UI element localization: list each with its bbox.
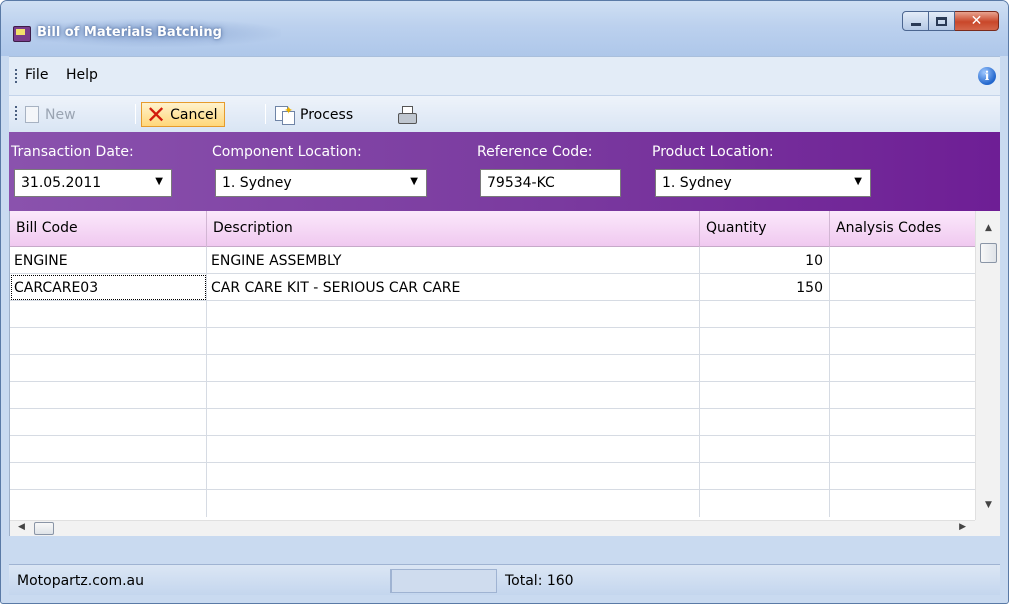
menu-file[interactable]: File bbox=[25, 67, 48, 83]
cell-description[interactable]: ENGINE ASSEMBLY bbox=[207, 247, 700, 274]
cancel-button[interactable]: ✕ Cancel bbox=[141, 102, 225, 127]
table-row[interactable]: CARCARE03 CAR CARE KIT - SERIOUS CAR CAR… bbox=[10, 274, 976, 301]
minimize-icon bbox=[910, 23, 921, 26]
chevron-down-icon[interactable]: ▼ bbox=[155, 176, 163, 187]
menu-grip-handle[interactable] bbox=[15, 69, 17, 83]
vertical-scroll-thumb[interactable] bbox=[980, 243, 997, 263]
chevron-down-icon[interactable]: ▼ bbox=[854, 176, 862, 187]
new-document-icon bbox=[25, 106, 39, 123]
empty-row[interactable] bbox=[10, 382, 976, 409]
component-location-label: Component Location: bbox=[212, 144, 362, 160]
reference-code-value: 79534-KC bbox=[487, 175, 555, 191]
transaction-date-picker[interactable]: 31.05.2011 ▼ bbox=[14, 169, 172, 197]
maximize-button[interactable] bbox=[929, 11, 955, 31]
reference-code-input[interactable]: 79534-KC bbox=[480, 169, 621, 197]
column-header-bill-code[interactable]: Bill Code bbox=[10, 211, 207, 247]
status-total: Total: 160 bbox=[505, 573, 574, 589]
transaction-date-label: Transaction Date: bbox=[11, 144, 134, 160]
reference-code-label: Reference Code: bbox=[477, 144, 593, 160]
product-location-value: 1. Sydney bbox=[662, 175, 732, 191]
minimize-button[interactable] bbox=[902, 11, 929, 31]
cell-quantity[interactable]: 10 bbox=[700, 247, 830, 274]
process-icon: ✦ bbox=[275, 104, 295, 125]
close-button[interactable]: ✕ bbox=[955, 11, 999, 31]
column-header-quantity[interactable]: Quantity bbox=[700, 211, 830, 247]
component-location-select[interactable]: 1. Sydney ▼ bbox=[215, 169, 427, 197]
scroll-up-icon[interactable]: ▲ bbox=[976, 223, 1001, 239]
empty-row[interactable] bbox=[10, 409, 976, 436]
empty-row[interactable] bbox=[10, 490, 976, 517]
grid-body: ENGINE ENGINE ASSEMBLY 10 CARCARE03 CAR … bbox=[10, 247, 976, 520]
column-header-description[interactable]: Description bbox=[207, 211, 700, 247]
app-window: Bill of Materials Batching ✕ File Help i… bbox=[0, 0, 1009, 604]
transaction-date-value: 31.05.2011 bbox=[21, 175, 102, 191]
status-company: Motopartz.com.au bbox=[9, 569, 391, 593]
vertical-scrollbar[interactable]: ▲ ▼ bbox=[975, 211, 1000, 520]
empty-row[interactable] bbox=[10, 328, 976, 355]
cell-quantity[interactable]: 150 bbox=[700, 274, 830, 301]
grid-header-row: Bill Code Description Quantity Analysis … bbox=[10, 211, 976, 247]
empty-row[interactable] bbox=[10, 355, 976, 382]
app-icon[interactable] bbox=[13, 26, 31, 42]
empty-row[interactable] bbox=[10, 301, 976, 328]
maximize-icon bbox=[936, 16, 947, 26]
bill-grid: Bill Code Description Quantity Analysis … bbox=[9, 211, 1000, 536]
printer-icon bbox=[397, 105, 417, 124]
close-icon: ✕ bbox=[970, 13, 983, 29]
toolbar-separator bbox=[265, 104, 266, 124]
transaction-header-panel: Transaction Date: 31.05.2011 ▼ Component… bbox=[9, 132, 1000, 211]
toolbar-separator bbox=[135, 104, 136, 124]
title-bar[interactable]: Bill of Materials Batching ✕ bbox=[1, 1, 1008, 56]
status-bar: Motopartz.com.au Total: 160 bbox=[9, 564, 1000, 595]
process-button-label: Process bbox=[300, 106, 354, 123]
new-button-label: New bbox=[45, 106, 76, 123]
scroll-left-icon[interactable]: ◀ bbox=[18, 522, 25, 532]
scroll-down-icon[interactable]: ▼ bbox=[976, 500, 1001, 516]
window-title: Bill of Materials Batching bbox=[37, 25, 222, 40]
menu-help[interactable]: Help bbox=[66, 67, 98, 83]
menu-bar: File Help i bbox=[9, 56, 1000, 95]
toolbar-grip-handle[interactable] bbox=[15, 106, 17, 120]
cell-analysis-codes[interactable] bbox=[830, 274, 976, 301]
process-button[interactable]: ✦ Process bbox=[275, 102, 353, 127]
product-location-select[interactable]: 1. Sydney ▼ bbox=[655, 169, 871, 197]
cell-bill-code[interactable]: CARCARE03 bbox=[10, 274, 207, 301]
column-header-analysis-codes[interactable]: Analysis Codes bbox=[830, 211, 976, 247]
scroll-right-icon[interactable]: ▶ bbox=[959, 522, 966, 532]
new-button[interactable]: New bbox=[25, 102, 76, 127]
product-location-label: Product Location: bbox=[652, 144, 774, 160]
cell-description[interactable]: CAR CARE KIT - SERIOUS CAR CARE bbox=[207, 274, 700, 301]
chevron-down-icon[interactable]: ▼ bbox=[410, 176, 418, 187]
cell-analysis-codes[interactable] bbox=[830, 247, 976, 274]
toolbar: New ✕ Cancel ✦ Process bbox=[9, 95, 1000, 132]
cancel-x-icon: ✕ bbox=[146, 100, 167, 129]
horizontal-scroll-thumb[interactable] bbox=[34, 522, 54, 535]
horizontal-scrollbar[interactable]: ◀ ▶ bbox=[10, 520, 976, 536]
empty-row[interactable] bbox=[10, 463, 976, 490]
empty-row[interactable] bbox=[10, 436, 976, 463]
cancel-button-label: Cancel bbox=[170, 106, 218, 123]
print-button[interactable] bbox=[397, 102, 417, 127]
table-row[interactable]: ENGINE ENGINE ASSEMBLY 10 bbox=[10, 247, 976, 274]
cell-bill-code[interactable]: ENGINE bbox=[10, 247, 207, 274]
window-controls: ✕ bbox=[902, 11, 999, 31]
status-blank-panel bbox=[391, 569, 497, 593]
info-icon[interactable]: i bbox=[978, 67, 996, 85]
component-location-value: 1. Sydney bbox=[222, 175, 292, 191]
